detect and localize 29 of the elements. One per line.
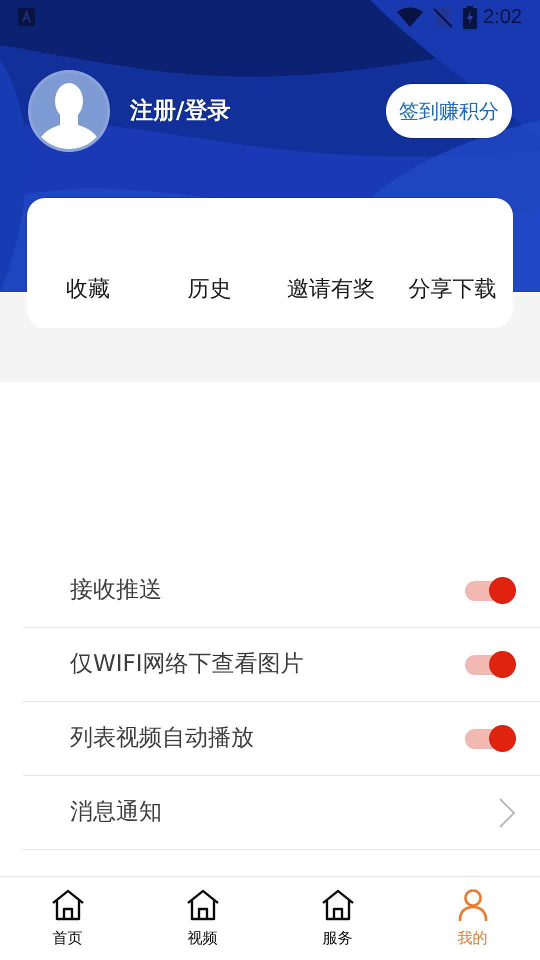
quick-action[interactable]: 收藏 [66,273,110,306]
battery-icon [463,6,478,28]
wifi-icon [397,7,424,27]
quick-action[interactable]: 分享下载 [408,273,496,306]
notification-icon [18,8,35,26]
nav-label: 我的 [458,928,488,949]
check-in-button[interactable]: 签到赚积分 [386,84,512,138]
setting-label: 消息通知 [70,798,163,828]
toggle-switch[interactable] [464,726,516,752]
nav-label: 服务 [322,928,352,949]
home-icon [50,889,84,921]
quick-action[interactable]: 历史 [187,273,232,306]
login-link[interactable]: 注册/登录 [130,94,230,128]
toggle-switch[interactable] [464,652,516,678]
home-icon [320,889,354,921]
nav-label: 视频 [188,928,218,949]
nav-label: 首页 [52,928,82,949]
toggle-switch[interactable] [464,578,516,604]
nav-tab[interactable]: 服务 [270,877,405,960]
status-time: 2:02 [483,5,522,30]
setting-label: 仅WIFI网络下查看图片 [70,650,305,680]
nav-tab[interactable]: 首页 [0,877,135,960]
no-sim-icon [433,6,454,28]
setting-label: 列表视频自动播放 [70,724,255,754]
quick-action[interactable]: 邀请有奖 [286,273,375,306]
person-icon [458,889,488,921]
nav-tab[interactable]: 视频 [135,877,270,960]
setting-label: 接收推送 [70,576,163,606]
home-icon [186,889,220,921]
